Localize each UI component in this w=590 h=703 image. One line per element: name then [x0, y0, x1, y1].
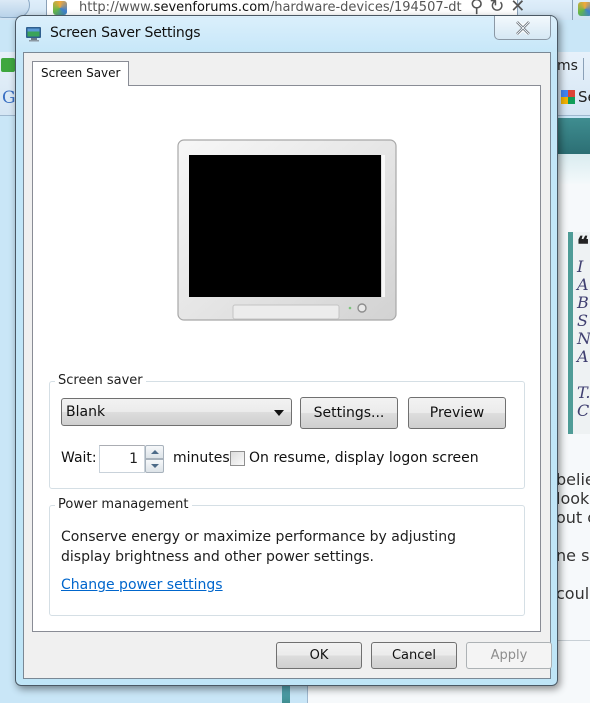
webpage-header-band [556, 118, 590, 154]
dialog-client-area: Screen Saver Screen saver Blank Settings… [23, 52, 552, 679]
chevron-down-icon [274, 410, 284, 416]
body-text-line: coul [556, 584, 590, 603]
logon-screen-checkbox-label[interactable]: On resume, display logon screen [249, 450, 479, 466]
screen-saver-group: Screen saver Blank Settings... Preview W… [49, 373, 525, 489]
power-description-line-2: display brightness and other power setti… [61, 549, 375, 565]
cancel-button[interactable]: Cancel [371, 642, 457, 669]
arrow-up-icon [150, 450, 159, 454]
stepper-down-button[interactable] [145, 459, 164, 473]
body-text-line [556, 527, 590, 546]
tab-panel-screen-saver: Screen saver Blank Settings... Preview W… [32, 85, 541, 632]
body-text-line: ne se [556, 546, 590, 565]
screen-saver-dropdown[interactable]: Blank [61, 398, 292, 426]
wait-minutes-input[interactable]: 1 [99, 445, 145, 473]
quote-line: N [577, 329, 590, 348]
body-text-line: belie [556, 470, 590, 489]
toolbar-separator [583, 58, 584, 80]
webpage-subheader-band [556, 154, 590, 184]
screen-saver-selected-value: Blank [66, 404, 106, 420]
quote-line: I [577, 257, 584, 276]
quote-line: A [577, 275, 589, 294]
wait-label: Wait: [61, 450, 97, 466]
quote-line: B [577, 293, 589, 312]
monitor-screen [189, 155, 381, 297]
quote-line: T. [577, 383, 590, 402]
tab-favicon-icon [578, 2, 590, 16]
screen-saver-group-label: Screen saver [55, 373, 146, 389]
preview-button[interactable]: Preview [408, 397, 506, 429]
quote-lines: IABSNA T.C. [577, 258, 590, 420]
google-toolbar-icon[interactable] [561, 90, 575, 104]
quote-line [577, 366, 590, 384]
body-text-line: out c [556, 508, 590, 527]
arrow-down-icon [150, 464, 159, 468]
stepper-up-button[interactable] [145, 445, 164, 459]
webpage-quote-block: ❝ IABSNA T.C. [568, 232, 590, 434]
close-x-icon [515, 20, 530, 35]
settings-button[interactable]: Settings... [300, 397, 398, 429]
google-g-icon: G [2, 88, 16, 108]
url-prefix: http://www. [79, 0, 154, 15]
url-host: sevenforums.com [153, 0, 270, 15]
power-management-group-label: Power management [55, 497, 192, 513]
webpage-body-text: belielookout c ne se coul [556, 470, 590, 603]
minutes-label: minutes [173, 450, 230, 466]
divider [572, 0, 573, 20]
quote-line: S [577, 311, 588, 330]
body-text-line [556, 565, 590, 584]
quote-mark-icon: ❝ [577, 232, 589, 258]
toolbar-partial-label[interactable]: ms [557, 58, 578, 74]
quote-line: C. [577, 401, 590, 420]
wait-minutes-stepper [145, 445, 164, 473]
monitor-preview-icon [177, 139, 397, 321]
webpage-edge [307, 683, 308, 703]
display-settings-icon [26, 27, 41, 42]
logon-screen-checkbox[interactable] [230, 451, 245, 466]
power-management-group: Power management Conserve energy or maxi… [49, 497, 525, 616]
power-description-line-1: Conserve energy or maximize performance … [61, 529, 456, 545]
power-description: Conserve energy or maximize performance … [61, 527, 481, 567]
webpage-divider [556, 640, 590, 641]
apply-button[interactable]: Apply [466, 642, 552, 669]
body-text-line: look [556, 489, 590, 508]
site-favicon-icon [53, 1, 67, 15]
tab-screen-saver[interactable]: Screen Saver [32, 61, 130, 86]
url-path: /hardware-devices/194507-dt [269, 0, 462, 15]
quote-line: A [577, 347, 589, 366]
dialog-title: Screen Saver Settings [50, 25, 201, 41]
change-power-settings-link[interactable]: Change power settings [61, 577, 223, 593]
close-button[interactable] [494, 16, 551, 40]
google-toolbar-label[interactable]: Se [578, 88, 590, 106]
ok-button[interactable]: OK [276, 642, 362, 669]
toolbar-app-icon[interactable] [1, 58, 15, 72]
screen-saver-settings-dialog: Screen Saver Settings Screen Saver Scree… [15, 15, 558, 686]
